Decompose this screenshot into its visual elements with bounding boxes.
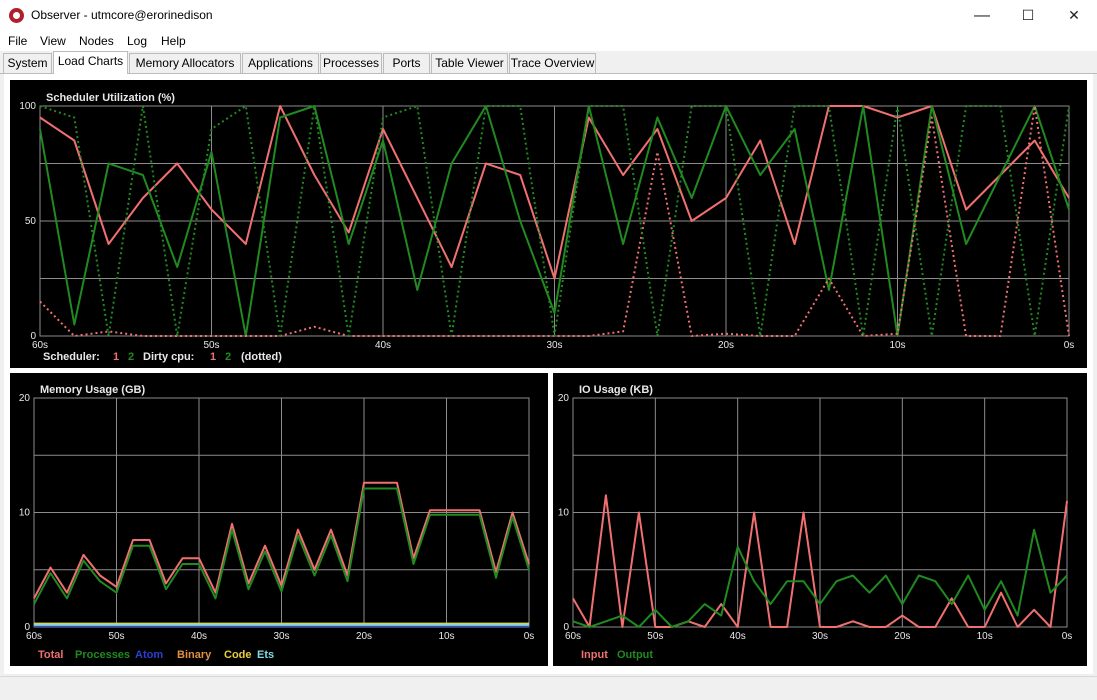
x-tick-label: 20s <box>718 340 734 351</box>
y-tick-label: 10 <box>19 508 31 519</box>
menu-bar: File View Nodes Log Help <box>0 31 1097 51</box>
legend-total: Total <box>38 649 63 661</box>
tab-processes[interactable]: Processes <box>320 53 382 73</box>
x-tick-label: 40s <box>730 631 746 642</box>
chart-title: IO Usage (KB) <box>579 384 653 396</box>
y-tick-label: 10 <box>558 508 570 519</box>
tab-load-charts[interactable]: Load Charts <box>53 51 128 74</box>
x-tick-label: 50s <box>647 631 663 642</box>
y-tick-label: 100 <box>19 101 36 112</box>
legend-ets: Ets <box>257 649 274 661</box>
io-usage-chart: 60s 50s 40s 30s 20s 10s 0s01020IO Usage (KB)In… <box>558 384 1073 661</box>
load-charts-content: 60s 50s 40s 30s 20s 10s 0s 0 50 100 Scheduler Util… <box>4 74 1093 674</box>
menu-nodes[interactable]: Nodes <box>79 34 114 48</box>
legend-scheduler-label: Scheduler: <box>43 351 100 363</box>
y-tick-label: 50 <box>25 216 37 227</box>
y-tick-label: 20 <box>19 393 31 404</box>
legend-dotted-note: (dotted) <box>241 351 282 363</box>
status-bar <box>0 676 1097 700</box>
tab-memory-allocators[interactable]: Memory Allocators <box>129 53 241 73</box>
menu-help[interactable]: Help <box>161 34 186 48</box>
x-tick-label: 50s <box>203 340 219 351</box>
x-tick-label: 40s <box>191 631 207 642</box>
x-tick-label: 30s <box>812 631 828 642</box>
chart-title: Scheduler Utilization (%) <box>46 92 175 104</box>
x-tick-label: 50s <box>108 631 124 642</box>
x-tick-label: 40s <box>375 340 391 351</box>
x-tick-label: 0s <box>1064 340 1075 351</box>
memory-usage-panel: 60s 50s 40s 30s 20s 10s 0s 0 10 20 Memory Usage (G… <box>10 373 548 666</box>
menu-view[interactable]: View <box>40 34 66 48</box>
tab-table-viewer[interactable]: Table Viewer <box>431 53 508 73</box>
tab-strip: System Load Charts Memory Allocators App… <box>0 51 1097 74</box>
legend-code: Code <box>224 649 252 661</box>
legend-processes: Processes <box>75 649 130 661</box>
legend-input: Input <box>581 649 608 661</box>
legend-dirty-1: 1 <box>210 351 216 363</box>
y-tick-label: 0 <box>563 622 569 633</box>
legend-atom: Atom <box>135 649 163 661</box>
title-bar: Observer - utmcore@erorinedison — ☐ ✕ <box>0 0 1097 31</box>
y-tick-label: 0 <box>24 622 30 633</box>
x-tick-label: 30s <box>273 631 289 642</box>
menu-log[interactable]: Log <box>127 34 147 48</box>
maximize-button[interactable]: ☐ <box>1005 0 1051 31</box>
legend-binary: Binary <box>177 649 212 661</box>
tab-trace-overview[interactable]: Trace Overview <box>509 53 596 73</box>
x-tick-label: 20s <box>356 631 372 642</box>
legend-dirty-2: 2 <box>225 351 231 363</box>
x-tick-label: 0s <box>524 631 535 642</box>
x-tick-label: 20s <box>894 631 910 642</box>
x-tick-label: 10s <box>889 340 905 351</box>
tab-ports[interactable]: Ports <box>383 53 430 73</box>
legend-scheduler-2: 2 <box>128 351 134 363</box>
x-tick-label: 10s <box>977 631 993 642</box>
minimize-button[interactable]: — <box>959 0 1005 31</box>
chart-title: Memory Usage (GB) <box>40 384 145 396</box>
close-button[interactable]: ✕ <box>1051 0 1097 31</box>
scheduler-utilization-chart: 60s 50s 40s 30s 20s 10s 0s050100Scheduler Util… <box>19 92 1075 363</box>
legend-scheduler-1: 1 <box>113 351 119 363</box>
memory-usage-chart: 60s 50s 40s 30s 20s 10s 0s01020Memory Usage (G… <box>19 384 535 661</box>
x-tick-label: 10s <box>438 631 454 642</box>
observer-app-icon <box>9 8 24 23</box>
tab-system[interactable]: System <box>3 53 52 73</box>
window-title: Observer - utmcore@erorinedison <box>31 8 213 22</box>
legend-dirty-cpu-label: Dirty cpu: <box>143 351 194 363</box>
x-tick-label: 0s <box>1062 631 1073 642</box>
legend-output: Output <box>617 649 653 661</box>
y-tick-label: 0 <box>30 331 36 342</box>
tab-applications[interactable]: Applications <box>242 53 319 73</box>
io-usage-panel: 60s 50s 40s 30s 20s 10s 0s 0 10 20 IO Usage (KB) In… <box>553 373 1087 666</box>
y-tick-label: 20 <box>558 393 570 404</box>
x-tick-label: 30s <box>546 340 562 351</box>
menu-file[interactable]: File <box>8 34 27 48</box>
scheduler-utilization-panel: 60s 50s 40s 30s 20s 10s 0s 0 50 100 Scheduler Util… <box>10 80 1087 368</box>
